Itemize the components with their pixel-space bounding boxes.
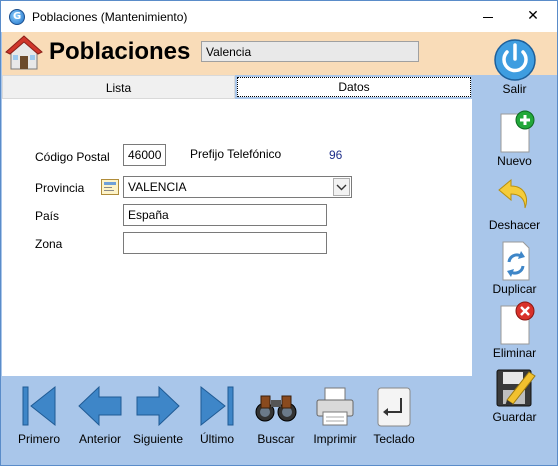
salir-button[interactable]: Salir: [472, 36, 557, 96]
minimize-icon: [483, 17, 493, 18]
deshacer-label: Deshacer: [488, 218, 541, 232]
delete-document-icon: [500, 301, 534, 345]
data-panel: Código Postal 46000 Prefijo Telefónico 9…: [2, 99, 472, 376]
next-arrow-icon: [136, 385, 180, 427]
imprimir-button[interactable]: Imprimir: [309, 384, 361, 446]
keyboard-enter-icon: [377, 387, 411, 427]
close-button[interactable]: ✕: [510, 1, 556, 32]
new-document-icon: [500, 110, 534, 153]
undo-icon: [497, 178, 527, 209]
primero-button[interactable]: Primero: [15, 384, 63, 446]
guardar-button[interactable]: Guardar: [472, 366, 557, 424]
teclado-button[interactable]: Teclado: [369, 384, 419, 446]
eliminar-button[interactable]: Eliminar: [472, 300, 557, 360]
provincia-label: Provincia: [35, 181, 85, 195]
previous-arrow-icon: [78, 385, 122, 427]
navigation-toolbar: Primero Anterior Siguiente Último Buscar…: [2, 376, 472, 465]
window-title: Poblaciones (Mantenimiento): [32, 10, 188, 24]
ultimo-label: Último: [199, 432, 234, 446]
provincia-selected-value: VALENCIA: [128, 180, 187, 194]
siguiente-label: Siguiente: [132, 432, 184, 446]
imprimir-label: Imprimir: [313, 432, 357, 446]
provincia-lookup-icon[interactable]: [101, 179, 119, 195]
teclado-label: Teclado: [373, 432, 415, 446]
save-icon: [496, 369, 536, 407]
first-record-icon: [22, 385, 56, 427]
buscar-button[interactable]: Buscar: [253, 384, 299, 446]
last-record-icon: [200, 385, 234, 427]
maintenance-window: G Poblaciones (Mantenimiento) ✕ Poblacio…: [0, 0, 558, 466]
card-icon: [104, 182, 116, 191]
anterior-button[interactable]: Anterior: [74, 384, 126, 446]
codigo-postal-input[interactable]: 46000: [123, 144, 166, 166]
page-title: Poblaciones: [49, 38, 191, 65]
chevron-down-icon[interactable]: [333, 178, 350, 196]
printer-icon: [316, 387, 354, 426]
zona-input[interactable]: [123, 232, 327, 254]
app-icon: G: [9, 9, 25, 25]
anterior-label: Anterior: [78, 432, 122, 446]
current-record-field[interactable]: Valencia: [201, 41, 419, 62]
buscar-label: Buscar: [257, 432, 295, 446]
tab-lista[interactable]: Lista: [2, 75, 235, 99]
ultimo-button[interactable]: Último: [195, 384, 239, 446]
pais-label: País: [35, 209, 60, 223]
prefijo-value: 96: [329, 148, 343, 162]
action-sidebar: Salir Nuevo Deshacer Duplicar Eliminar G…: [472, 32, 557, 465]
codigo-postal-label: Código Postal: [35, 150, 110, 164]
pais-input[interactable]: España: [123, 204, 327, 226]
tab-datos[interactable]: Datos: [237, 77, 471, 97]
nuevo-button[interactable]: Nuevo: [472, 110, 557, 168]
primero-label: Primero: [17, 432, 60, 446]
title-bar[interactable]: G Poblaciones (Mantenimiento) ✕: [1, 1, 557, 32]
eliminar-label: Eliminar: [492, 346, 537, 360]
guardar-label: Guardar: [492, 410, 537, 424]
nuevo-label: Nuevo: [497, 154, 532, 168]
binoculars-icon: [255, 395, 297, 422]
header-band: Poblaciones Valencia: [2, 32, 472, 75]
minimize-button[interactable]: [465, 1, 511, 32]
duplicate-icon: [502, 241, 529, 281]
salir-label: Salir: [502, 82, 527, 96]
siguiente-button[interactable]: Siguiente: [129, 384, 187, 446]
deshacer-button[interactable]: Deshacer: [472, 174, 557, 232]
house-icon: [5, 35, 43, 70]
zona-label: Zona: [35, 237, 63, 251]
power-icon: [493, 39, 536, 81]
provincia-select[interactable]: VALENCIA: [123, 176, 352, 198]
duplicar-button[interactable]: Duplicar: [472, 238, 557, 296]
prefijo-label: Prefijo Telefónico: [190, 147, 282, 161]
duplicar-label: Duplicar: [492, 282, 537, 296]
